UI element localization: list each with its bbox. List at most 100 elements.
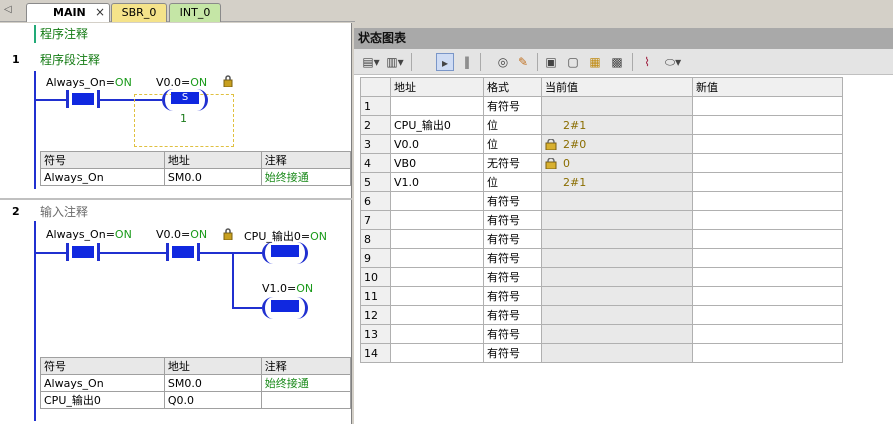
current-value: 2#1 xyxy=(563,175,587,189)
new-value-cell[interactable] xyxy=(692,324,843,344)
current-value-cell xyxy=(541,343,693,363)
format-cell[interactable]: 有符号 xyxy=(483,267,542,287)
format-cell[interactable]: 位 xyxy=(483,115,542,135)
current-value: 2#0 xyxy=(563,137,587,151)
address-cell[interactable] xyxy=(390,96,484,116)
chart-run-icon[interactable]: ▸ xyxy=(436,53,454,71)
new-value-cell[interactable] xyxy=(692,229,843,249)
coil-set-v00[interactable]: S xyxy=(162,89,208,111)
coil-count: 1 xyxy=(180,112,187,125)
format-cell[interactable]: 有符号 xyxy=(483,324,542,344)
format-cell[interactable]: 有符号 xyxy=(483,305,542,325)
format-cell[interactable]: 无符号 xyxy=(483,153,542,173)
address-cell[interactable] xyxy=(390,229,484,249)
tab-sbr0[interactable]: SBR_0 xyxy=(111,3,167,22)
lock-icon xyxy=(223,75,233,87)
format-cell[interactable]: 有符号 xyxy=(483,191,542,211)
table-row[interactable]: 7 有符号 xyxy=(360,210,843,230)
address-cell[interactable]: V1.0 xyxy=(390,172,484,192)
address-cell[interactable]: CPU_输出0 xyxy=(390,115,484,135)
table-row[interactable]: 12 有符号 xyxy=(360,305,843,325)
format-cell[interactable]: 有符号 xyxy=(483,286,542,306)
table-row[interactable]: 10 有符号 xyxy=(360,267,843,287)
format-cell[interactable]: 有符号 xyxy=(483,210,542,230)
write-icon[interactable]: ✎ xyxy=(514,53,532,71)
current-value-cell xyxy=(541,210,693,230)
tab-int0[interactable]: INT_0 xyxy=(169,3,221,22)
network-2-comment[interactable]: 输入注释 xyxy=(40,203,88,220)
tag-icon[interactable]: ⬭▾ xyxy=(660,53,686,71)
table-row[interactable]: 2 CPU_输出0 位 2#1 xyxy=(360,115,843,135)
new-value-cell[interactable] xyxy=(692,305,843,325)
unlock-all-icon[interactable]: ▦ xyxy=(586,53,604,71)
tab-scroll-left-icon[interactable]: ◁ xyxy=(4,4,12,15)
insert-row-icon[interactable]: ▤▾ xyxy=(360,53,382,71)
view-icon[interactable]: ◎ xyxy=(494,53,512,71)
format-cell[interactable]: 位 xyxy=(483,172,542,192)
unlock-icon[interactable]: ▢ xyxy=(564,53,582,71)
table-row[interactable]: 3 V0.0 位 2#0 xyxy=(360,134,843,154)
format-cell[interactable]: 位 xyxy=(483,134,542,154)
network-separator xyxy=(0,198,352,200)
new-value-cell[interactable] xyxy=(692,210,843,230)
format-cell[interactable]: 有符号 xyxy=(483,96,542,116)
table-row[interactable]: 6 有符号 xyxy=(360,191,843,211)
new-value-cell[interactable] xyxy=(692,115,843,135)
lock-icon[interactable]: ▣ xyxy=(542,53,560,71)
table-row[interactable]: 4 VB0 无符号 0 xyxy=(360,153,843,173)
new-value-cell[interactable] xyxy=(692,191,843,211)
network-1-comment[interactable]: 程序段注释 xyxy=(40,51,100,68)
new-value-cell[interactable] xyxy=(692,134,843,154)
tab-main[interactable]: MAIN × xyxy=(26,3,110,22)
address-cell[interactable] xyxy=(390,267,484,287)
new-value-cell[interactable] xyxy=(692,172,843,192)
coil-cpu-output0[interactable] xyxy=(262,242,308,264)
address-cell[interactable] xyxy=(390,248,484,268)
column-header-format: 格式 xyxy=(483,77,542,97)
coil-v10[interactable] xyxy=(262,297,308,319)
new-value-cell[interactable] xyxy=(692,248,843,268)
contact-always-on[interactable] xyxy=(66,90,100,108)
current-value-cell xyxy=(541,324,693,344)
new-value-cell[interactable] xyxy=(692,153,843,173)
address-cell[interactable] xyxy=(390,324,484,344)
read-locked-icon[interactable]: ▩ xyxy=(608,53,626,71)
program-editor[interactable]: 程序注释 1 程序段注释 Always_On=ON V0.0=ON S 1 符号… xyxy=(0,23,352,424)
network-2-number: 2 xyxy=(12,205,20,218)
address-cell[interactable] xyxy=(390,343,484,363)
row-number: 13 xyxy=(360,324,391,344)
tab-bar: ◁ MAIN × SBR_0 INT_0 xyxy=(0,0,355,22)
table-row[interactable]: 5 V1.0 位 2#1 xyxy=(360,172,843,192)
address-cell[interactable]: VB0 xyxy=(390,153,484,173)
table-row[interactable]: 1 有符号 xyxy=(360,96,843,116)
table-row[interactable]: 11 有符号 xyxy=(360,286,843,306)
trend-icon[interactable]: ⌇ xyxy=(638,53,656,71)
address-cell[interactable]: V0.0 xyxy=(390,134,484,154)
address-cell: SM0.0 xyxy=(163,168,262,186)
table-row[interactable]: 8 有符号 xyxy=(360,229,843,249)
current-value-cell: 2#1 xyxy=(541,172,693,192)
new-value-cell[interactable] xyxy=(692,286,843,306)
format-cell[interactable]: 有符号 xyxy=(483,248,542,268)
address-cell[interactable] xyxy=(390,191,484,211)
contact-always-on[interactable] xyxy=(66,243,100,261)
table-row[interactable]: 14 有符号 xyxy=(360,343,843,363)
program-comment[interactable]: 程序注释 xyxy=(34,25,88,43)
format-cell[interactable]: 有符号 xyxy=(483,229,542,249)
address-cell[interactable] xyxy=(390,210,484,230)
close-icon[interactable]: × xyxy=(95,4,105,21)
format-cell[interactable]: 有符号 xyxy=(483,343,542,363)
symbol-cell: Always_On xyxy=(40,374,165,392)
address-cell[interactable] xyxy=(390,286,484,306)
new-value-cell[interactable] xyxy=(692,343,843,363)
new-value-cell[interactable] xyxy=(692,267,843,287)
table-row[interactable]: 9 有符号 xyxy=(360,248,843,268)
new-value-cell[interactable] xyxy=(692,96,843,116)
delete-row-icon[interactable]: ▥▾ xyxy=(384,53,406,71)
pause-icon[interactable]: ‖ xyxy=(458,53,476,71)
current-value-cell xyxy=(541,248,693,268)
contact-v00[interactable] xyxy=(166,243,200,261)
table-row[interactable]: 13 有符号 xyxy=(360,324,843,344)
address-cell[interactable] xyxy=(390,305,484,325)
comment-cell: 始终接通 xyxy=(260,374,352,392)
